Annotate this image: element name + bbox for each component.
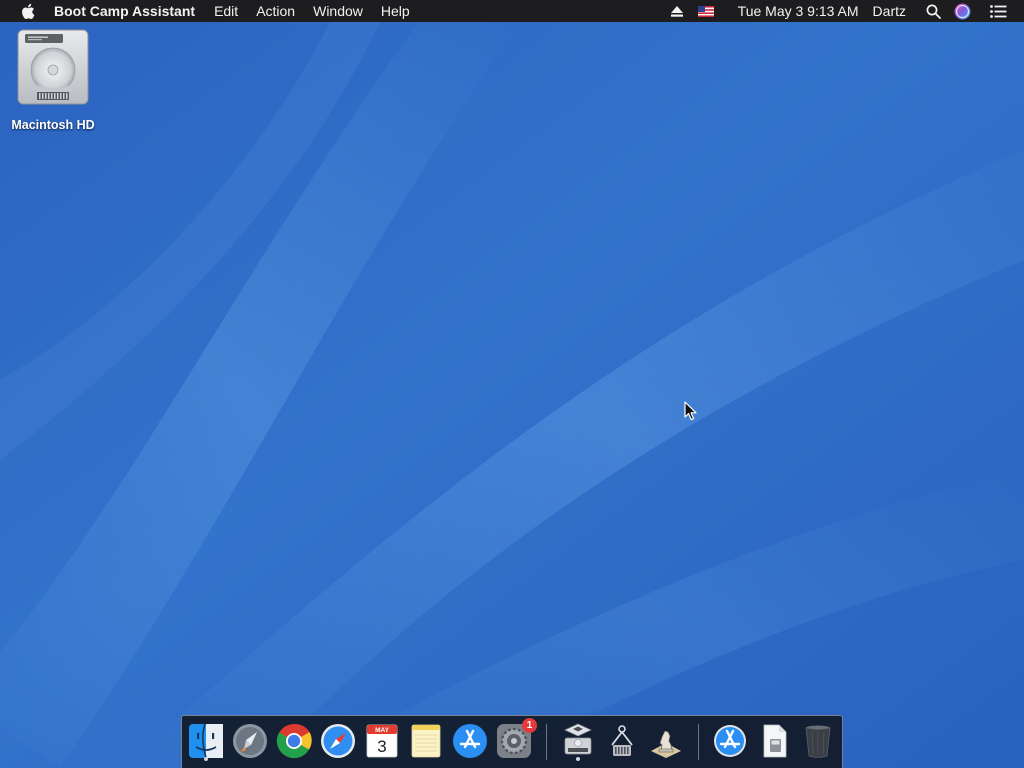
trash-icon [805, 725, 831, 758]
menubar-user[interactable]: Dartz [873, 3, 906, 19]
desktop-wallpaper [0, 0, 1024, 768]
launchpad-icon [233, 724, 267, 758]
document-icon [763, 724, 787, 758]
siri-icon[interactable] [946, 0, 978, 22]
menu-window[interactable]: Window [304, 0, 372, 22]
dock-item-applications[interactable] [710, 720, 750, 762]
dock-separator [546, 724, 547, 760]
app-store-icon [453, 724, 487, 758]
boot-camp-icon [564, 723, 592, 755]
mouse-cursor-icon [684, 401, 697, 421]
menubar-clock[interactable]: Tue May 3 9:13 AM [738, 3, 859, 19]
dock-item-chrome[interactable] [274, 720, 314, 762]
dock-item-directory-utility[interactable] [602, 720, 642, 762]
finder-icon [189, 723, 223, 759]
menu-edit[interactable]: Edit [205, 0, 247, 22]
dock-item-calendar[interactable]: MAY 3 [362, 720, 402, 762]
hard-drive-icon [15, 28, 91, 108]
directory-utility-icon [611, 725, 633, 756]
dock-item-launchpad[interactable] [230, 720, 270, 762]
menu-help[interactable]: Help [372, 0, 419, 22]
us-flag-input-icon[interactable] [688, 0, 724, 22]
apple-menu-icon[interactable] [20, 2, 36, 20]
dock: MAY 3 1 [181, 715, 843, 768]
applications-folder-icon [714, 725, 746, 757]
calendar-month-label: MAY [375, 727, 390, 734]
dock-item-system-preferences[interactable]: 1 [494, 718, 537, 762]
dock-item-app-store[interactable] [450, 720, 490, 762]
dock-item-trash[interactable] [798, 720, 838, 762]
dock-item-boot-camp-assistant[interactable] [558, 720, 598, 762]
calendar-icon: MAY 3 [366, 724, 398, 758]
calendar-day-label: 3 [377, 737, 386, 756]
chrome-icon [276, 723, 312, 759]
menu-app-name[interactable]: Boot Camp Assistant [54, 0, 205, 22]
dock-item-notes[interactable] [406, 720, 446, 762]
notification-center-icon[interactable] [978, 0, 1024, 22]
safari-icon [321, 724, 355, 758]
dock-item-chess[interactable] [646, 720, 686, 762]
search-icon[interactable] [920, 0, 946, 22]
running-indicator [576, 757, 580, 761]
menu-action[interactable]: Action [247, 0, 304, 22]
chess-icon [651, 730, 681, 758]
desktop-icon-macintosh-hd[interactable]: Macintosh HD [4, 28, 102, 132]
desktop-icon-label: Macintosh HD [11, 118, 95, 132]
dock-item-finder[interactable] [186, 720, 226, 762]
dock-item-document[interactable] [754, 720, 794, 762]
running-indicator [204, 757, 208, 761]
dock-item-safari[interactable] [318, 720, 358, 762]
menu-bar: Boot Camp Assistant Edit Action Window H… [0, 0, 1024, 22]
notification-badge: 1 [522, 718, 537, 733]
dock-separator [698, 724, 699, 760]
notes-icon [411, 724, 441, 758]
eject-icon[interactable] [666, 0, 688, 22]
